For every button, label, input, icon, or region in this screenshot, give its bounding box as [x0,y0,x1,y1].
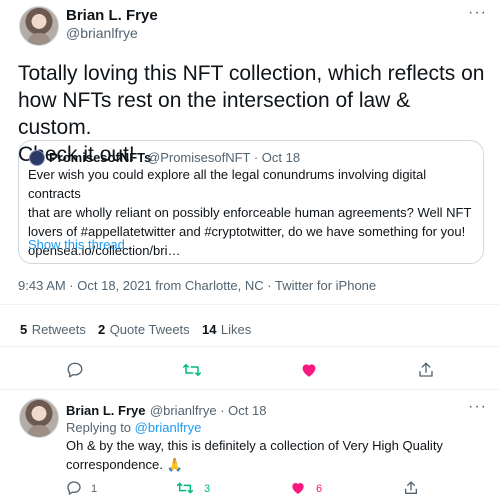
reply-retweet-count: 3 [204,483,211,495]
share-icon[interactable] [417,361,435,379]
replying-to: Replying to @brianlfrye [66,420,201,435]
reply-like-icon[interactable] [290,480,306,496]
replying-to-prefix: Replying to [66,420,135,435]
show-thread-link[interactable]: Show this thread [28,237,125,252]
tweet-timestamp[interactable]: 9:43 AM · Oct 18, 2021 from Charlotte, N… [18,278,376,293]
reply-text-line: Oh & by the way, this is definitely a co… [66,438,443,453]
retweets-label: Retweets [31,322,86,337]
reply-like-count: 6 [316,483,323,495]
reply-reply-icon[interactable] [66,480,82,496]
likes-stat[interactable]: 14 Likes [202,321,251,339]
quote-author-name[interactable]: PromisesofNFTs [49,150,151,165]
likes-count: 14 [202,322,217,337]
retweets-count: 5 [20,322,28,337]
divider [0,346,500,347]
likes-label: Likes [220,322,252,337]
quote-text-line: Ever wish you could explore all the lega… [28,167,427,201]
quote-tweets-label: Quote Tweets [109,322,190,337]
reply-author-avatar[interactable] [19,398,59,438]
like-icon[interactable] [300,361,318,379]
tweet-text-line: Totally loving this NFT collection, whic… [18,62,485,85]
reply-icon[interactable] [66,361,84,379]
retweets-stat[interactable]: 5 Retweets [20,321,86,339]
reply-author-name[interactable]: Brian L. Frye [66,403,145,418]
author-name[interactable]: Brian L. Frye [66,7,158,24]
quote-text-line: that are wholly reliant on possibly enfo… [28,205,472,220]
reply-share-icon[interactable] [403,480,419,496]
quote-tweets-stat[interactable]: 2 Quote Tweets [98,321,190,339]
retweet-icon[interactable] [182,361,202,379]
reply-text: Oh & by the way, this is definitely a co… [66,436,486,474]
reply-more-options-icon[interactable]: ··· [468,398,487,416]
divider [0,389,500,390]
divider [0,304,500,305]
reply-retweet-icon[interactable] [176,480,194,496]
more-options-icon[interactable]: ··· [468,4,487,22]
quote-tweet-card[interactable]: PromisesofNFTs @PromisesofNFT · Oct 18 E… [18,140,484,264]
replying-to-handle[interactable]: @brianlfrye [135,420,202,435]
quote-avatar [29,150,45,166]
author-handle[interactable]: @brianlfrye [66,25,138,41]
reply-header: Brian L. Frye @brianlfrye · Oct 18 [66,402,266,420]
reply-text-line: correspondence. 🙏 [66,457,183,472]
reply-handle-date[interactable]: @brianlfrye · Oct 18 [150,403,267,418]
quote-handle-date[interactable]: @PromisesofNFT · Oct 18 [147,150,300,165]
author-avatar[interactable] [19,6,59,46]
tweet-text-line: how NFTs rest on the intersection of law… [18,89,411,139]
reply-reply-count: 1 [91,483,98,495]
quote-tweets-count: 2 [98,322,106,337]
